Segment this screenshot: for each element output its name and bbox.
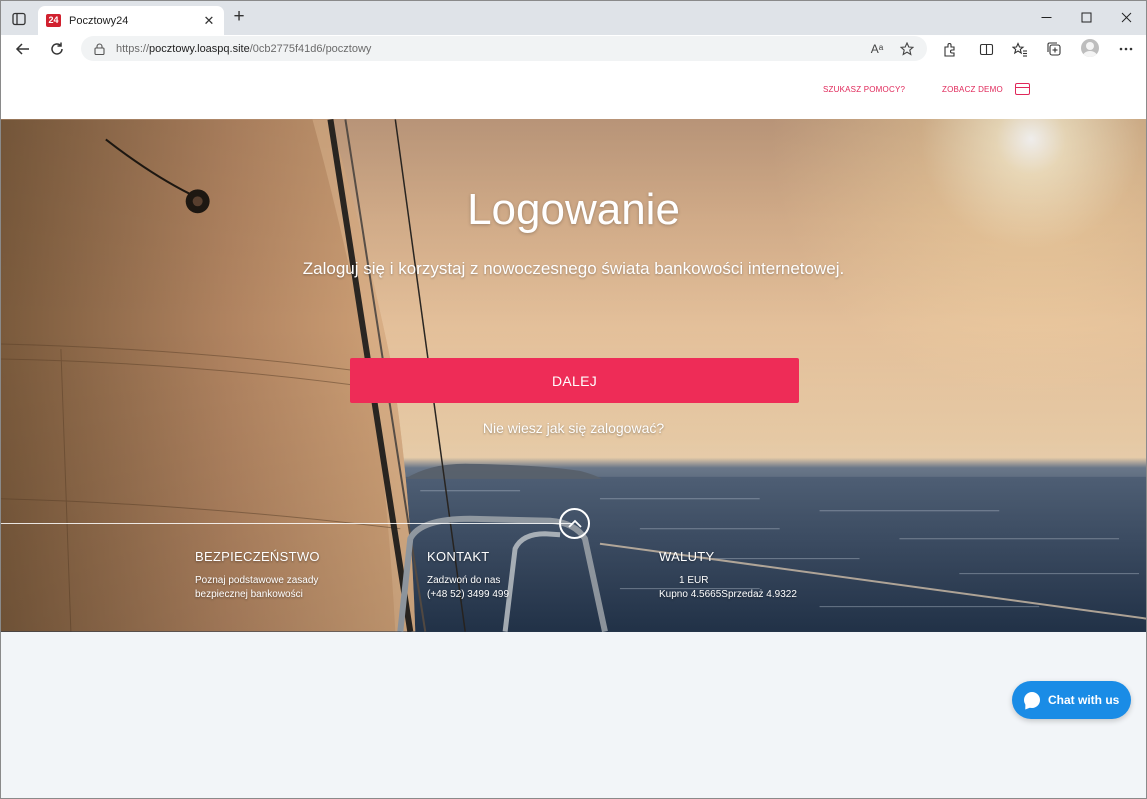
security-text-line1: Poznaj podstawowe zasady	[195, 575, 319, 586]
new-tab-icon[interactable]: +	[229, 7, 249, 28]
url-host: pocztowy.loaspq.site	[149, 42, 250, 55]
currency-title: WALUTY	[659, 549, 715, 564]
security-text-line2: bezpiecznej bankowości	[195, 589, 303, 600]
page-content: SZUKASZ POMOCY? ZOBACZ DEMO Logowanie Za…	[1, 63, 1146, 798]
login-help-link[interactable]: Nie wiesz jak się zalogować?	[1, 420, 1146, 436]
close-tab-icon[interactable]: ✕	[202, 13, 216, 29]
site-header: SZUKASZ POMOCY? ZOBACZ DEMO	[1, 63, 1146, 119]
minimize-icon[interactable]	[1026, 1, 1066, 33]
address-bar: https://pocztowy.loaspq.site/0cb2775f41d…	[1, 35, 1146, 63]
more-menu-icon[interactable]	[1116, 39, 1136, 59]
chat-bubble-icon	[1024, 692, 1040, 708]
chevron-up-icon[interactable]	[559, 508, 590, 539]
hero-section: Logowanie Zaloguj się i korzystaj z nowo…	[1, 119, 1146, 632]
split-screen-icon[interactable]	[976, 39, 996, 59]
maximize-icon[interactable]	[1066, 1, 1106, 33]
favorites-icon[interactable]	[1010, 39, 1030, 59]
extensions-icon[interactable]	[939, 39, 959, 59]
hero-subtitle: Zaloguj się i korzystaj z nowoczesnego ś…	[302, 259, 845, 278]
demo-link[interactable]: ZOBACZ DEMO	[942, 85, 1003, 94]
demo-screen-icon[interactable]	[1015, 83, 1030, 95]
refresh-icon[interactable]	[47, 39, 67, 59]
continue-button[interactable]: DALEJ	[350, 358, 799, 403]
currency-unit: 1 EUR	[679, 575, 709, 586]
divider	[1, 523, 573, 524]
page-title: Logowanie	[467, 185, 680, 234]
currency-rates-row: Kupno 4.5665 Sprzedaż 4.9322	[659, 588, 859, 602]
collections-icon[interactable]	[1044, 39, 1064, 59]
chat-label: Chat with us	[1048, 693, 1120, 707]
tab-actions-icon[interactable]	[9, 9, 29, 29]
chat-button[interactable]: Chat with us	[1012, 681, 1131, 719]
browser-tab[interactable]: 24 Pocztowy24 ✕	[38, 6, 224, 35]
contact-section[interactable]: KONTAKT Zadzwoń do nas (+48 52) 3499 499	[427, 549, 617, 602]
browser-window: 24 Pocztowy24 ✕ + https://pocztowy.loasp…	[0, 0, 1147, 799]
back-icon[interactable]	[13, 39, 33, 59]
url-field[interactable]: https://pocztowy.loaspq.site/0cb2775f41d…	[81, 36, 927, 61]
help-link[interactable]: SZUKASZ POMOCY?	[823, 85, 905, 94]
lock-icon[interactable]	[92, 42, 106, 56]
tab-bar: 24 Pocztowy24 ✕ +	[1, 1, 1146, 35]
site-favicon-icon: 24	[46, 14, 61, 27]
contact-title: KONTAKT	[427, 549, 490, 564]
security-section[interactable]: BEZPIECZEŃSTWO Poznaj podstawowe zasady …	[195, 549, 385, 602]
favorite-star-icon[interactable]	[898, 40, 916, 58]
contact-text: Zadzwoń do nas	[427, 575, 501, 586]
profile-avatar-icon[interactable]	[1081, 39, 1099, 57]
tab-title: Pocztowy24	[69, 14, 129, 27]
close-window-icon[interactable]	[1106, 1, 1146, 33]
security-title: BEZPIECZEŃSTWO	[195, 549, 320, 564]
contact-phone[interactable]: (+48 52) 3499 499	[427, 588, 617, 602]
currency-unit-row: 1 EUR	[659, 574, 859, 588]
url-path: /0cb2775f41d6/pocztowy	[249, 42, 372, 55]
url-text: https://pocztowy.loaspq.site/0cb2775f41d…	[116, 43, 371, 55]
url-prefix: https://	[116, 42, 150, 55]
currency-section: WALUTY 1 EUR Kupno 4.5665 Sprzedaż 4.9322	[659, 549, 859, 602]
read-aloud-icon[interactable]: Aᵃ	[868, 40, 886, 58]
sell-rate: Sprzedaż 4.9322	[721, 589, 797, 600]
buy-rate: Kupno 4.5665	[659, 589, 722, 600]
window-controls	[1026, 1, 1146, 35]
